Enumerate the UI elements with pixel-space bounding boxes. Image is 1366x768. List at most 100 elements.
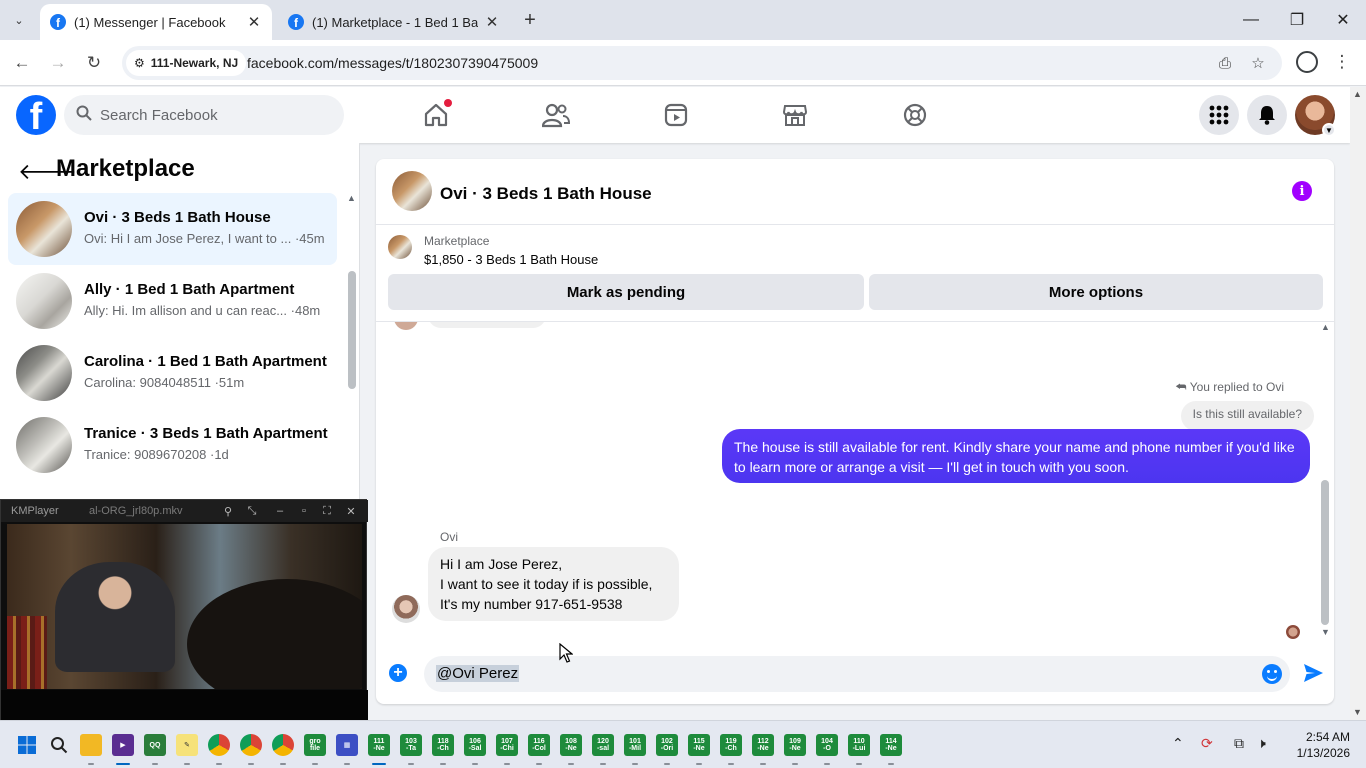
scroll-down-icon[interactable]: ▼	[1353, 707, 1362, 717]
quoted-message[interactable]: Is this still available?	[1180, 401, 1314, 431]
taskbar-item[interactable]: 103 -Ta	[400, 734, 422, 765]
sender-avatar[interactable]	[392, 595, 420, 623]
search-input[interactable]: Search Facebook	[64, 95, 344, 135]
message-input[interactable]: @Ovi Perez	[424, 656, 1290, 692]
outgoing-message-bubble[interactable]: The house is still available for rent. K…	[722, 429, 1310, 483]
taskbar-item[interactable]: 102 -Ori	[656, 734, 678, 765]
friends-icon[interactable]	[540, 99, 572, 131]
listing-avatar[interactable]	[392, 171, 432, 211]
sync-icon[interactable]: ⟳	[1201, 735, 1213, 752]
scrollbar-thumb[interactable]	[348, 271, 356, 389]
notifications-button[interactable]	[1247, 95, 1287, 135]
browser-profile-icon[interactable]	[1296, 51, 1318, 73]
conversation-item-ally[interactable]: Ally · 1 Bed 1 Bath Apartment Ally: Hi. …	[8, 265, 337, 337]
video-icon[interactable]	[660, 99, 692, 131]
kmplayer-titlebar[interactable]: KMPlayer al-ORG_jrl80p.mkv ⚲ ⤡ – ▫ ⛶ ✕	[1, 500, 368, 522]
back-button[interactable]: ←	[9, 50, 35, 76]
conversation-list-scrollbar[interactable]: ▲	[346, 193, 358, 493]
menu-grid-button[interactable]	[1199, 95, 1239, 135]
more-options-button[interactable]: More options	[869, 274, 1323, 310]
close-tab-icon[interactable]: ✕	[484, 14, 500, 31]
taskbar-item[interactable]: 101 -Mil	[624, 734, 646, 765]
reload-button[interactable]: ↻	[81, 50, 107, 76]
chrome-icon[interactable]	[240, 734, 262, 765]
message-scrollbar[interactable]: ▲ ▼	[1318, 322, 1332, 642]
mini-mode-icon[interactable]: ⤡	[243, 503, 261, 519]
taskbar-item[interactable]: 112 -Ne	[752, 734, 774, 765]
scroll-up-icon[interactable]: ▲	[1353, 89, 1362, 99]
taskbar-item[interactable]: 116 -Col	[528, 734, 550, 765]
chrome-icon[interactable]	[208, 734, 230, 765]
scrollbar-thumb[interactable]	[1321, 480, 1329, 625]
chrome-icon[interactable]	[272, 734, 294, 765]
taskbar-item[interactable]: 107 -Chi	[496, 734, 518, 765]
mark-as-pending-button[interactable]: Mark as pending	[388, 274, 864, 310]
file-explorer-icon[interactable]	[80, 734, 102, 765]
kmplayer-taskbar-icon[interactable]: ▶	[112, 734, 134, 765]
url-text[interactable]: facebook.com/messages/t/1802307390475009	[247, 55, 538, 71]
listing-price[interactable]: $1,850 - 3 Beds 1 Bath House	[424, 252, 598, 267]
tab-marketplace[interactable]: f (1) Marketplace - 1 Bed 1 Bath ✕	[278, 4, 510, 40]
conversation-item-ovi[interactable]: Ovi · 3 Beds 1 Bath House Ovi: Hi I am J…	[8, 193, 337, 265]
tab-messenger[interactable]: f (1) Messenger | Facebook ✕	[40, 4, 272, 40]
pin-icon[interactable]: ⚲	[219, 503, 237, 519]
page-scrollbar[interactable]: ▲ ▼	[1350, 87, 1366, 720]
minimize-icon[interactable]: –	[271, 503, 289, 519]
kmplayer-logo[interactable]: KMPlayer	[11, 505, 59, 517]
taskbar-item[interactable]: 109 -Ne	[784, 734, 806, 765]
kmplayer-window[interactable]: KMPlayer al-ORG_jrl80p.mkv ⚲ ⤡ – ▫ ⛶ ✕	[0, 499, 368, 720]
new-tab-button[interactable]: +	[518, 8, 542, 32]
app-icon[interactable]: gro file	[304, 734, 326, 765]
close-window-button[interactable]: ✕	[1328, 6, 1358, 34]
send-icon[interactable]	[1302, 662, 1324, 684]
taskbar-item[interactable]: 108 -Ne	[560, 734, 582, 765]
scroll-up-icon[interactable]: ▲	[1321, 322, 1330, 332]
taskbar-item[interactable]: 120 -sal	[592, 734, 614, 765]
site-info-chip[interactable]: ⚙ 111-Newark, NJ	[126, 50, 247, 76]
volume-icon[interactable]: 🕨	[1257, 735, 1266, 752]
scroll-down-icon[interactable]: ▼	[1321, 627, 1330, 637]
bookmark-star-icon[interactable]: ☆	[1247, 52, 1269, 74]
restore-button[interactable]: ❐	[1282, 6, 1312, 34]
scroll-up-icon[interactable]: ▲	[347, 193, 356, 203]
system-clock[interactable]: 2:54 AM 1/13/2026	[1292, 729, 1350, 761]
taskbar-item[interactable]: 119 -Ch	[720, 734, 742, 765]
chevron-down-icon[interactable]: ▼	[1322, 123, 1336, 137]
address-bar[interactable]: ⚙ 111-Newark, NJ facebook.com/messages/t…	[122, 46, 1282, 80]
taskbar-item[interactable]: 104 -O	[816, 734, 838, 765]
taskbar-item[interactable]: 114 -Ne	[880, 734, 902, 765]
tab-search-button[interactable]: ⌄	[6, 8, 32, 32]
close-tab-icon[interactable]: ✕	[246, 14, 262, 31]
network-icon[interactable]: ⧉	[1234, 735, 1244, 752]
kmplayer-control-area[interactable]	[1, 690, 368, 720]
conversation-item-tranice[interactable]: Tranice · 3 Beds 1 Bath Apartment Tranic…	[8, 409, 337, 481]
add-attachment-icon[interactable]: +	[389, 664, 407, 682]
taskbar-item[interactable]: 118 -Ch	[432, 734, 454, 765]
facebook-logo[interactable]: f	[16, 95, 56, 135]
marketplace-icon[interactable]	[779, 99, 811, 131]
taskbar-item[interactable]: 106 -Sal	[464, 734, 486, 765]
maximize-icon[interactable]: ▫	[295, 503, 313, 519]
chevron-up-icon[interactable]: ⌃	[1172, 735, 1184, 752]
gaming-icon[interactable]	[899, 99, 931, 131]
install-app-icon[interactable]: ⎙	[1214, 52, 1236, 74]
browser-menu-icon[interactable]: ⋮	[1334, 50, 1351, 74]
minimize-button[interactable]: —	[1236, 6, 1266, 34]
close-icon[interactable]: ✕	[342, 503, 360, 519]
start-button[interactable]	[16, 734, 38, 756]
info-icon[interactable]: i	[1292, 181, 1312, 201]
taskbar-item[interactable]: 111 -Ne	[368, 734, 390, 765]
taskbar-item[interactable]: 110 -Lui	[848, 734, 870, 765]
taskbar-item[interactable]: 115 -Ne	[688, 734, 710, 765]
app-icon[interactable]: ▦	[336, 734, 358, 765]
app-icon[interactable]: QQ	[144, 734, 166, 765]
incoming-message-bubble[interactable]: Hi I am Jose Perez, I want to see it tod…	[428, 547, 679, 621]
forward-button[interactable]: →	[45, 50, 71, 76]
chat-title[interactable]: Ovi · 3 Beds 1 Bath House	[440, 184, 652, 204]
emoji-icon[interactable]	[1262, 664, 1282, 684]
search-button[interactable]	[48, 734, 70, 756]
video-frame[interactable]	[7, 524, 362, 689]
notepad-icon[interactable]: ✎	[176, 734, 198, 765]
fullscreen-icon[interactable]: ⛶	[318, 503, 336, 519]
conversation-item-carolina[interactable]: Carolina · 1 Bed 1 Bath Apartment Caroli…	[8, 337, 337, 409]
